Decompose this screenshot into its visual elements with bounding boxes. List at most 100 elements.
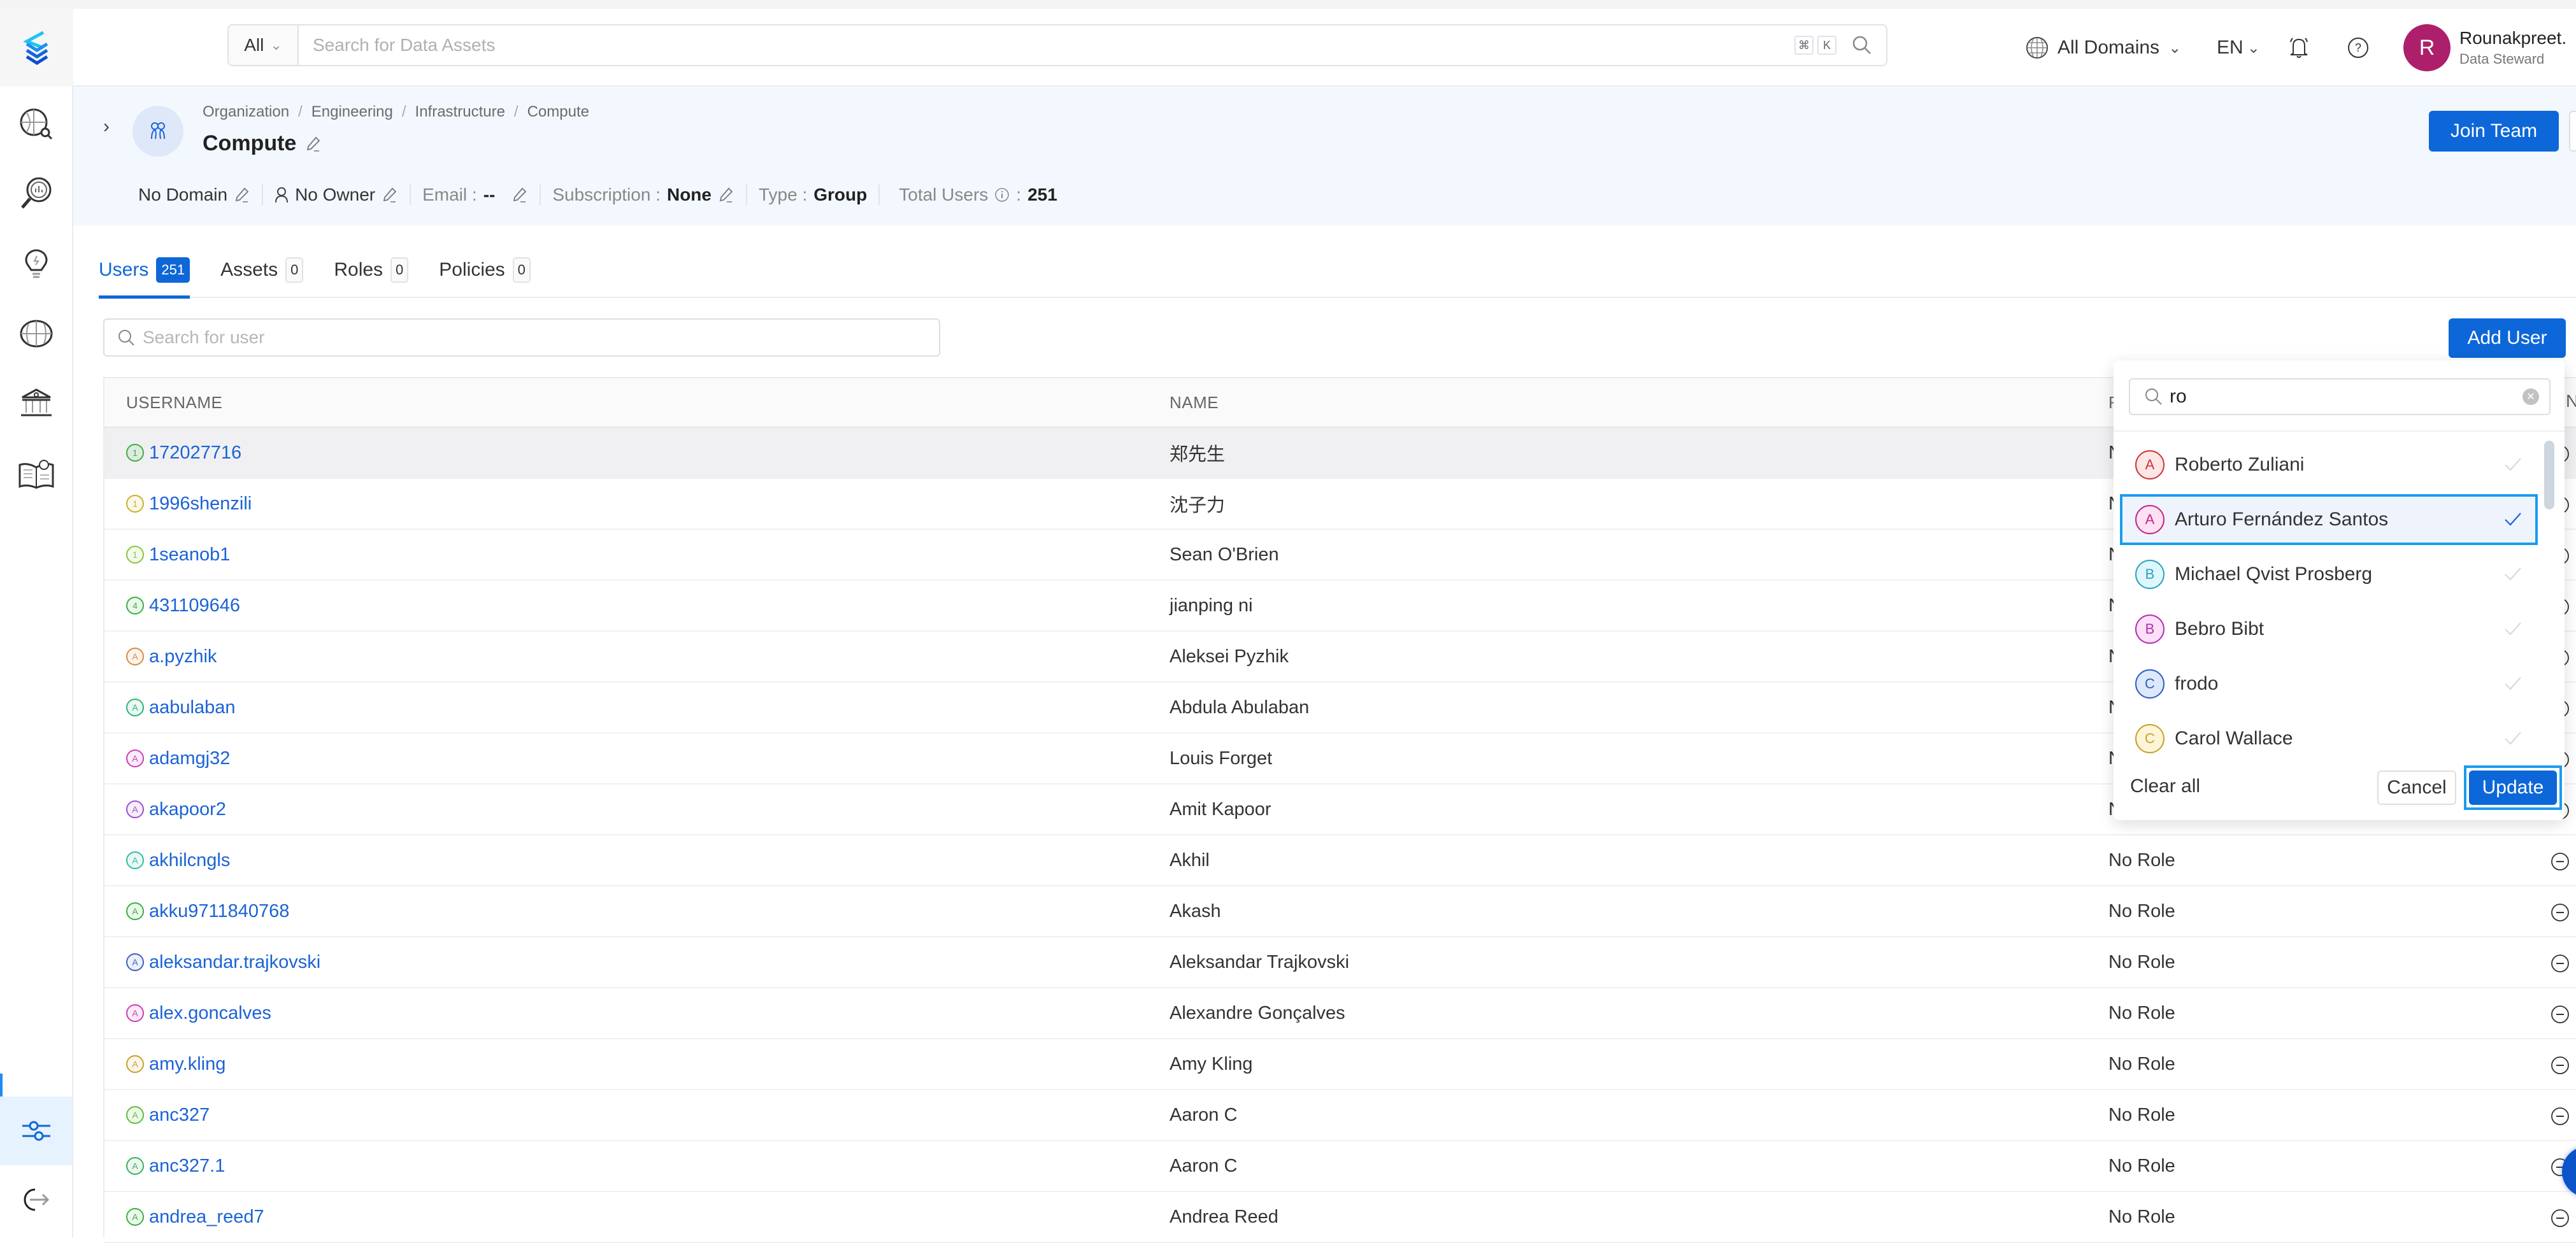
user-option[interactable]: B Bebro Bibt bbox=[2120, 604, 2538, 655]
table-row[interactable]: Aalex.goncalves Alexandre Gonçalves No Rol… bbox=[104, 988, 2576, 1039]
username-link[interactable]: amy.kling bbox=[149, 1054, 225, 1075]
popover-search-input[interactable] bbox=[2170, 386, 2516, 408]
explore-globe-search-icon bbox=[20, 108, 52, 140]
sidebar-item-governance[interactable] bbox=[0, 372, 72, 436]
sidebar-item-knowledge[interactable] bbox=[0, 442, 72, 506]
observability-lightbulb-icon bbox=[25, 249, 47, 278]
expand-chevron-icon[interactable]: › bbox=[103, 116, 110, 138]
type-value: Group bbox=[813, 185, 868, 204]
username-link[interactable]: 1996shenzili bbox=[149, 494, 252, 515]
breadcrumb-item[interactable]: Organization bbox=[203, 103, 289, 121]
join-team-button[interactable]: Join Team bbox=[2429, 111, 2559, 152]
global-search-input[interactable] bbox=[299, 25, 1794, 65]
tab-assets[interactable]: Assets 0 bbox=[220, 243, 304, 297]
user-search-input[interactable] bbox=[143, 327, 939, 348]
username-link[interactable]: 431109646 bbox=[149, 595, 240, 616]
user-option[interactable]: A Roberto Zuliani bbox=[2120, 439, 2538, 490]
edit-pencil-icon[interactable] bbox=[718, 187, 734, 203]
remove-user-icon[interactable] bbox=[2551, 954, 2570, 973]
user-profile-menu[interactable]: R Rounakpreet. Data Steward bbox=[2403, 9, 2566, 87]
sidebar-item-domains[interactable] bbox=[0, 302, 72, 366]
username-link[interactable]: aabulaban bbox=[149, 697, 235, 718]
user-option[interactable]: A Arturo Fernández Santos bbox=[2120, 494, 2538, 545]
user-option-avatar: C bbox=[2135, 669, 2165, 699]
username-link[interactable]: andrea_reed7 bbox=[149, 1207, 264, 1228]
remove-user-icon[interactable] bbox=[2551, 903, 2570, 922]
table-row[interactable]: Aakhilcngls Akhil No Role bbox=[104, 835, 2576, 886]
language-selector[interactable]: EN ⌄ bbox=[2217, 9, 2260, 87]
sidebar-item-data-insights[interactable] bbox=[0, 162, 72, 225]
table-row[interactable]: Aandrea_reed7 Andrea Reed No Role bbox=[104, 1192, 2576, 1243]
user-option[interactable]: C Carol Wallace bbox=[2120, 713, 2538, 758]
username-cell: Aa.pyzhik bbox=[104, 646, 1167, 667]
search-scope-dropdown[interactable]: All ⌄ bbox=[229, 25, 299, 65]
role-cell: No Role bbox=[2106, 1141, 2576, 1191]
user-initial-avatar: A bbox=[126, 648, 144, 665]
clear-all-button[interactable]: Clear all bbox=[2130, 776, 2200, 797]
breadcrumb-item[interactable]: Infrastructure bbox=[415, 103, 505, 121]
tab-roles[interactable]: Roles 0 bbox=[334, 243, 409, 297]
more-actions-button[interactable] bbox=[2569, 111, 2576, 152]
table-row[interactable]: Aanc327 Aaron C No Role bbox=[104, 1090, 2576, 1141]
user-option[interactable]: B Michael Qvist Prosberg bbox=[2120, 549, 2538, 600]
user-option-avatar: A bbox=[2135, 450, 2165, 479]
username-link[interactable]: aleksandar.trajkovski bbox=[149, 952, 320, 973]
remove-user-icon[interactable] bbox=[2551, 1005, 2570, 1024]
team-group-icon bbox=[151, 122, 165, 139]
sidebar-item-logout[interactable] bbox=[0, 1168, 72, 1232]
sidebar-item-settings[interactable] bbox=[0, 1097, 72, 1165]
page-title: Compute bbox=[203, 131, 322, 156]
edit-pencil-icon[interactable] bbox=[512, 187, 528, 203]
remove-user-icon[interactable] bbox=[2551, 1107, 2570, 1126]
search-icon[interactable] bbox=[1852, 35, 1872, 55]
info-icon[interactable] bbox=[994, 187, 1010, 202]
username-link[interactable]: adamgj32 bbox=[149, 748, 230, 769]
username-link[interactable]: alex.goncalves bbox=[149, 1003, 271, 1024]
clear-search-icon[interactable]: ✕ bbox=[2522, 388, 2539, 405]
table-row[interactable]: Aanc327.1 Aaron C No Role bbox=[104, 1141, 2576, 1192]
username-link[interactable]: akku9711840768 bbox=[149, 901, 289, 922]
sidebar-item-observability[interactable] bbox=[0, 232, 72, 295]
username-cell: 1 172027716 bbox=[104, 443, 1167, 464]
remove-user-icon[interactable] bbox=[2551, 852, 2570, 871]
scrollbar[interactable] bbox=[2544, 441, 2554, 509]
app-logo[interactable] bbox=[0, 9, 73, 87]
username-link[interactable]: anc327 bbox=[149, 1105, 210, 1126]
tab-users[interactable]: Users 251 bbox=[99, 243, 190, 299]
team-meta-row: No Domain No Owner Email : -- Subscripti… bbox=[138, 182, 1069, 208]
username-link[interactable]: 1seanob1 bbox=[149, 544, 230, 565]
username-link[interactable]: anc327.1 bbox=[149, 1156, 225, 1177]
help-button[interactable]: ? bbox=[2347, 9, 2369, 87]
username-cell: Aalex.goncalves bbox=[104, 1003, 1167, 1024]
update-button[interactable]: Update bbox=[2469, 771, 2557, 805]
check-icon bbox=[2505, 622, 2521, 636]
username-link[interactable]: akhilcngls bbox=[149, 850, 230, 871]
breadcrumb-item[interactable]: Engineering bbox=[311, 103, 393, 121]
table-row[interactable]: Aaleksandar.trajkovski Aleksandar Trajkov… bbox=[104, 937, 2576, 988]
table-row[interactable]: Aamy.kling Amy Kling No Role bbox=[104, 1039, 2576, 1090]
check-icon bbox=[2505, 458, 2521, 471]
name-cell: Amy Kling bbox=[1170, 1053, 1253, 1074]
user-option[interactable]: Cfrodo bbox=[2120, 658, 2538, 709]
sidebar-item-explore[interactable] bbox=[0, 92, 72, 155]
remove-user-icon[interactable] bbox=[2551, 1209, 2570, 1228]
remove-user-icon[interactable] bbox=[2551, 1056, 2570, 1075]
popover-search: ✕ bbox=[2129, 378, 2551, 415]
total-users-value: 251 bbox=[1027, 185, 1057, 204]
user-option-avatar: B bbox=[2135, 614, 2165, 644]
tab-policies[interactable]: Policies 0 bbox=[439, 243, 531, 297]
edit-pencil-icon[interactable] bbox=[382, 187, 398, 203]
table-row[interactable]: Aakku9711840768 Akash No Role bbox=[104, 886, 2576, 937]
username-link[interactable]: a.pyzhik bbox=[149, 646, 217, 667]
breadcrumb: Organization / Engineering / Infrastructur… bbox=[203, 103, 589, 121]
edit-pencil-icon[interactable] bbox=[305, 136, 322, 152]
add-user-button[interactable]: Add User bbox=[2449, 318, 2566, 358]
language-label: EN bbox=[2217, 37, 2243, 58]
domain-selector[interactable]: All Domains ⌄ bbox=[2026, 9, 2181, 87]
username-link[interactable]: akapoor2 bbox=[149, 799, 226, 820]
cancel-button[interactable]: Cancel bbox=[2377, 771, 2456, 805]
edit-pencil-icon[interactable] bbox=[234, 187, 250, 203]
username-link[interactable]: 172027716 bbox=[149, 443, 241, 464]
search-icon bbox=[2145, 388, 2162, 405]
notifications-button[interactable] bbox=[2288, 9, 2310, 87]
